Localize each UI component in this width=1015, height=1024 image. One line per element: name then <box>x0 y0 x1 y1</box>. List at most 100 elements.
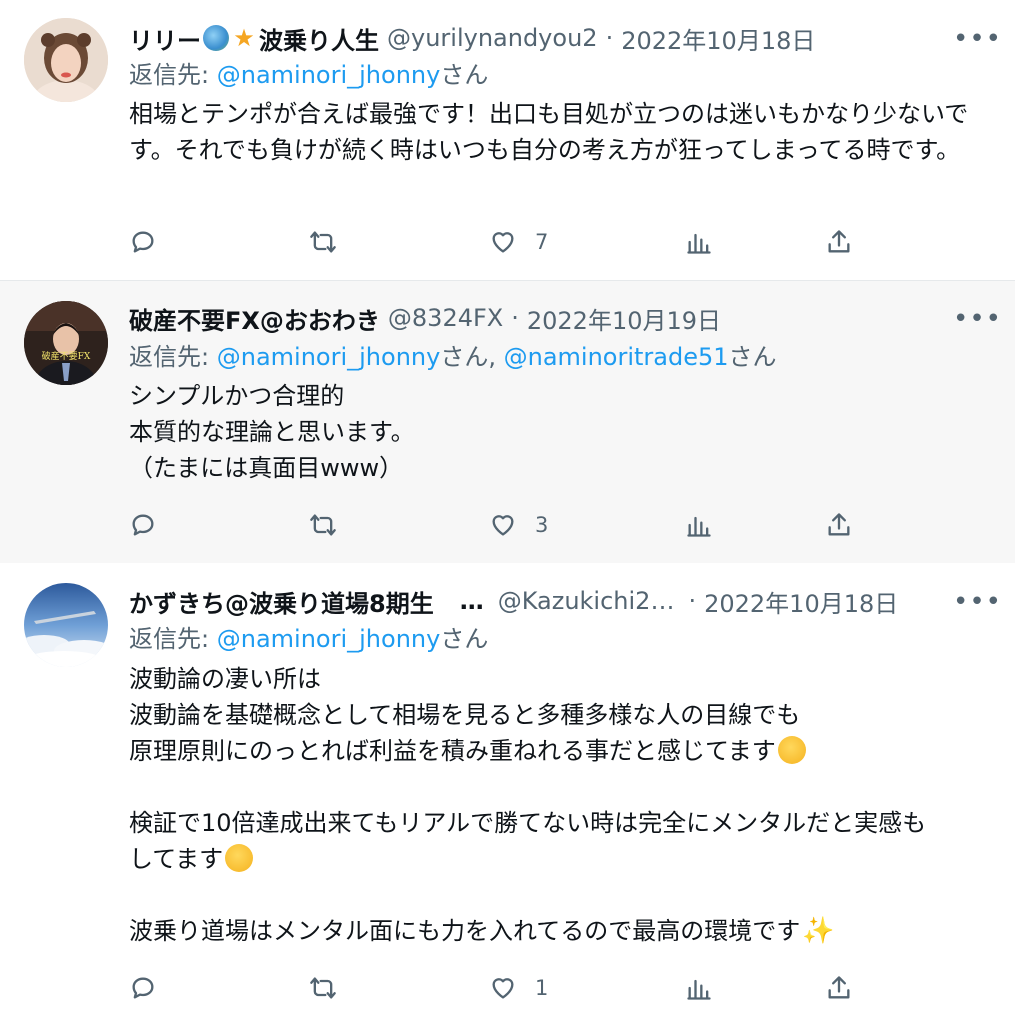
tweet-text-line: 波動論を基礎概念として相場を見ると多種多様な人の目線でも <box>129 701 801 729</box>
sweat-smile-emoji-icon <box>225 844 254 872</box>
heart-icon <box>492 232 514 253</box>
tweet-text-line: してます <box>129 841 989 877</box>
handle[interactable]: @8324FX <box>388 304 503 332</box>
reply-suffix-2: さん <box>728 343 777 371</box>
handle[interactable]: @Kazukichi2… <box>498 587 675 615</box>
avatar[interactable]: 破産不要FX <box>24 301 108 385</box>
tweet-3[interactable]: かずきち@波乗り道場8期生 … @Kazukichi2… · 2022年10月1… <box>0 563 1015 1024</box>
tweet-date[interactable]: 2022年10月18日 <box>621 21 815 56</box>
tweet-text-line: 検証で10倍達成出来てもリアルで勝てない時は完全にメンタルだと実感も <box>129 809 927 837</box>
reply-icon <box>132 514 154 536</box>
avatar-label: 破産不要FX <box>41 352 91 362</box>
reply-button[interactable] <box>129 222 157 262</box>
retweet-icon <box>310 231 336 253</box>
reply-prefix: 返信先: <box>129 343 210 371</box>
like-button[interactable]: 3 <box>489 505 548 545</box>
reply-icon <box>132 231 154 253</box>
more-icon[interactable]: ••• <box>953 26 1001 62</box>
sparkles-emoji-icon: ✨ <box>802 916 835 946</box>
avatar[interactable] <box>24 18 108 102</box>
display-name[interactable]: 破産不要FX@おおわき <box>129 301 380 336</box>
views-button[interactable] <box>685 505 713 545</box>
tweet-header: 破産不要FX@おおわき @8324FX · 2022年10月19日 <box>129 300 945 336</box>
tweet-2[interactable]: 破産不要FX 破産不要FX@おおわき @8324FX · 2022年10月19日… <box>0 281 1015 563</box>
share-icon <box>828 976 850 999</box>
retweet-icon <box>310 514 336 536</box>
tweet-header: リリー ★ 波乗り人生 @yurilynandyou2 · 2022年10月18… <box>129 20 945 56</box>
share-button[interactable] <box>825 968 853 1008</box>
reply-icon <box>132 977 154 999</box>
analytics-icon <box>687 516 711 537</box>
handle[interactable]: @yurilynandyou2 <box>387 24 598 52</box>
like-count: 7 <box>535 230 549 254</box>
tweet-text-line: 波動論の凄い所は <box>129 665 321 693</box>
share-icon <box>828 513 850 536</box>
views-button[interactable] <box>685 222 713 262</box>
reply-button[interactable] <box>129 968 157 1008</box>
reply-suffix: さん <box>440 625 489 653</box>
globe-emoji-icon <box>203 25 229 51</box>
display-name[interactable]: かずきち@波乗り道場8期生 <box>129 584 434 619</box>
reply-mention[interactable]: @naminori_jhonny <box>217 61 441 89</box>
tweet-1[interactable]: リリー ★ 波乗り人生 @yurilynandyou2 · 2022年10月18… <box>0 0 1015 281</box>
retweet-button[interactable] <box>309 968 337 1008</box>
tweet-text: 原理原則にのっとれば利益を積み重ねれる事だと感じてます <box>129 737 776 765</box>
tweet-header: かずきち@波乗り道場8期生 … @Kazukichi2… · 2022年10月1… <box>129 583 945 619</box>
retweet-icon <box>310 977 336 999</box>
retweet-button[interactable] <box>309 505 337 545</box>
tweet-date[interactable]: 2022年10月19日 <box>527 301 721 336</box>
reply-prefix: 返信先: <box>129 61 210 89</box>
share-icon <box>828 230 850 253</box>
tweet-text-line: 本質的な理論と思います。 <box>129 418 415 446</box>
tweet-body: シンプルかつ合理的 本質的な理論と思います。 （たまには真面目www） <box>129 378 989 486</box>
heart-icon <box>492 978 514 999</box>
reply-prefix: 返信先: <box>129 625 210 653</box>
tweet-text: 相場とテンポが合えば最強です！出口も目処が立つのは迷いもかなり少ないです。それで… <box>129 100 969 164</box>
tweet-date[interactable]: 2022年10月18日 <box>704 584 898 619</box>
heart-icon <box>492 515 514 536</box>
reply-context: 返信先: @naminori_jhonnyさん, @naminoritrade5… <box>129 340 985 374</box>
action-bar: 1 <box>129 968 869 1008</box>
like-count: 3 <box>535 513 549 537</box>
tweet-text-line: 原理原則にのっとれば利益を積み重ねれる事だと感じてます <box>129 733 989 769</box>
avatar[interactable] <box>24 583 108 667</box>
separator: · <box>605 24 614 52</box>
reply-suffix: さん, <box>440 343 496 371</box>
tweet-text: してます <box>129 845 224 873</box>
like-button[interactable]: 7 <box>489 222 548 262</box>
tweet-body: 波動論の凄い所は 波動論を基礎概念として相場を見ると多種多様な人の目線でも 原理… <box>129 661 989 949</box>
like-count: 1 <box>535 976 549 1000</box>
display-name[interactable]: リリー <box>129 21 201 56</box>
reply-button[interactable] <box>129 505 157 545</box>
reply-context: 返信先: @naminori_jhonnyさん <box>129 622 985 656</box>
action-bar: 3 <box>129 505 869 545</box>
tweet-text: 波乗り道場はメンタル面にも力を入れてるので最高の環境です <box>129 917 801 945</box>
tweet-text-line: 波乗り道場はメンタル面にも力を入れてるので最高の環境です✨ <box>129 913 989 949</box>
separator: · <box>511 304 519 332</box>
star-emoji-icon: ★ <box>233 24 255 52</box>
name-ellipsis: … <box>459 587 484 615</box>
retweet-button[interactable] <box>309 222 337 262</box>
analytics-icon <box>687 233 711 254</box>
reply-mention[interactable]: @naminori_jhonny <box>217 625 441 653</box>
tweet-text-line: ​ <box>129 877 989 913</box>
like-button[interactable]: 1 <box>489 968 548 1008</box>
action-bar: 7 <box>129 222 869 262</box>
reply-mention-2[interactable]: @naminoritrade51 <box>504 343 729 371</box>
more-icon[interactable]: ••• <box>953 589 1001 625</box>
reply-context: 返信先: @naminori_jhonnyさん <box>129 58 985 92</box>
tweet-body: 相場とテンポが合えば最強です！出口も目処が立つのは迷いもかなり少ないです。それで… <box>129 96 989 168</box>
tweet-text-line: シンプルかつ合理的 <box>129 382 345 410</box>
reply-mention[interactable]: @naminori_jhonny <box>217 343 441 371</box>
tweet-text-line: （たまには真面目www） <box>129 454 404 482</box>
display-name-suffix[interactable]: 波乗り人生 <box>259 21 379 56</box>
share-button[interactable] <box>825 222 853 262</box>
separator: · <box>688 587 697 615</box>
more-icon[interactable]: ••• <box>953 306 1001 342</box>
thinking-emoji-icon <box>777 736 806 764</box>
views-button[interactable] <box>685 968 713 1008</box>
reply-suffix: さん <box>440 61 489 89</box>
share-button[interactable] <box>825 505 853 545</box>
tweet-text-line: ​ <box>129 769 989 805</box>
analytics-icon <box>687 979 711 1000</box>
